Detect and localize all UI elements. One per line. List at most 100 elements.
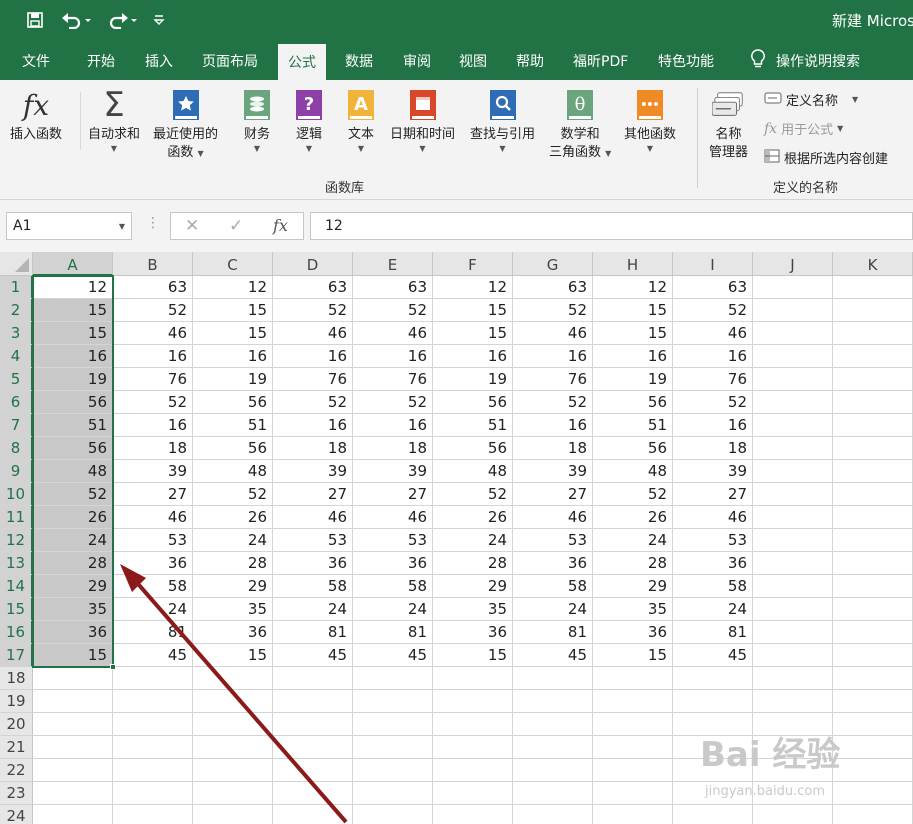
cell-g8[interactable]: 18 (513, 437, 593, 460)
cell-d10[interactable]: 27 (273, 483, 353, 506)
cell-a10[interactable]: 52 (33, 483, 113, 506)
cell-h6[interactable]: 56 (593, 391, 673, 414)
cell-e7[interactable]: 16 (353, 414, 433, 437)
cell-a3[interactable]: 15 (33, 322, 113, 345)
row-header[interactable]: 5 (0, 368, 33, 391)
cell-g21[interactable] (513, 736, 593, 759)
cell-k10[interactable] (833, 483, 913, 506)
cell-j12[interactable] (753, 529, 833, 552)
cell-k20[interactable] (833, 713, 913, 736)
cell-d13[interactable]: 36 (273, 552, 353, 575)
cell-j8[interactable] (753, 437, 833, 460)
cell-i5[interactable]: 76 (673, 368, 753, 391)
cell-g15[interactable]: 24 (513, 598, 593, 621)
cell-f12[interactable]: 24 (433, 529, 513, 552)
row-header[interactable]: 23 (0, 782, 33, 805)
cell-f21[interactable] (433, 736, 513, 759)
insert-function-icon[interactable]: fx (273, 216, 288, 235)
cell-d15[interactable]: 24 (273, 598, 353, 621)
cell-e5[interactable]: 76 (353, 368, 433, 391)
cell-g24[interactable] (513, 805, 593, 824)
cell-k7[interactable] (833, 414, 913, 437)
cell-c15[interactable]: 35 (193, 598, 273, 621)
tell-me-search[interactable]: 操作说明搜索 (750, 49, 860, 73)
cell-e16[interactable]: 81 (353, 621, 433, 644)
tab-file[interactable]: 文件 (22, 51, 50, 71)
create-from-selection-button[interactable]: 根据所选内容创建 (764, 148, 888, 167)
cell-e11[interactable]: 46 (353, 506, 433, 529)
cell-h10[interactable]: 52 (593, 483, 673, 506)
tab-review[interactable]: 审阅 (403, 51, 431, 71)
cell-j19[interactable] (753, 690, 833, 713)
cell-g3[interactable]: 46 (513, 322, 593, 345)
cell-g6[interactable]: 52 (513, 391, 593, 414)
cell-g12[interactable]: 53 (513, 529, 593, 552)
cell-d2[interactable]: 52 (273, 299, 353, 322)
cell-j4[interactable] (753, 345, 833, 368)
cell-k4[interactable] (833, 345, 913, 368)
cell-b1[interactable]: 63 (113, 276, 193, 299)
vertical-dots-icon[interactable]: ⋮ (146, 215, 160, 231)
cell-c21[interactable] (193, 736, 273, 759)
cell-h13[interactable]: 28 (593, 552, 673, 575)
cell-k23[interactable] (833, 782, 913, 805)
cell-e17[interactable]: 45 (353, 644, 433, 667)
row-header[interactable]: 20 (0, 713, 33, 736)
fill-handle[interactable] (110, 664, 116, 670)
autosum-button[interactable]: Σ 自动求和 ▼ (88, 88, 140, 153)
enter-check-icon[interactable]: ✓ (229, 216, 243, 236)
cell-k12[interactable] (833, 529, 913, 552)
cell-f17[interactable]: 15 (433, 644, 513, 667)
cell-b3[interactable]: 46 (113, 322, 193, 345)
cell-e8[interactable]: 18 (353, 437, 433, 460)
cell-k1[interactable] (833, 276, 913, 299)
cell-h22[interactable] (593, 759, 673, 782)
cell-i9[interactable]: 39 (673, 460, 753, 483)
tab-formulas[interactable]: 公式 (278, 44, 326, 80)
name-manager-button[interactable]: 名称 管理器 (709, 88, 748, 162)
cell-j10[interactable] (753, 483, 833, 506)
cell-b6[interactable]: 52 (113, 391, 193, 414)
cell-j18[interactable] (753, 667, 833, 690)
cell-c11[interactable]: 26 (193, 506, 273, 529)
cell-e21[interactable] (353, 736, 433, 759)
cell-d9[interactable]: 39 (273, 460, 353, 483)
cell-d12[interactable]: 53 (273, 529, 353, 552)
customize-toolbar-icon[interactable] (150, 8, 168, 32)
column-header-d[interactable]: D (273, 252, 353, 276)
cell-b24[interactable] (113, 805, 193, 824)
cell-c18[interactable] (193, 667, 273, 690)
cell-i12[interactable]: 53 (673, 529, 753, 552)
cell-g2[interactable]: 52 (513, 299, 593, 322)
cell-i8[interactable]: 18 (673, 437, 753, 460)
row-header[interactable]: 3 (0, 322, 33, 345)
cell-f22[interactable] (433, 759, 513, 782)
cell-j24[interactable] (753, 805, 833, 824)
cell-f4[interactable]: 16 (433, 345, 513, 368)
cell-a22[interactable] (33, 759, 113, 782)
row-header[interactable]: 4 (0, 345, 33, 368)
cell-k6[interactable] (833, 391, 913, 414)
cell-e12[interactable]: 53 (353, 529, 433, 552)
cell-f14[interactable]: 29 (433, 575, 513, 598)
text-button[interactable]: A 文本 ▼ (344, 88, 378, 153)
cell-e14[interactable]: 58 (353, 575, 433, 598)
select-all-corner[interactable] (0, 252, 33, 276)
cell-i11[interactable]: 46 (673, 506, 753, 529)
cell-j5[interactable] (753, 368, 833, 391)
cell-a7[interactable]: 51 (33, 414, 113, 437)
cell-h5[interactable]: 19 (593, 368, 673, 391)
cell-f23[interactable] (433, 782, 513, 805)
cell-b17[interactable]: 45 (113, 644, 193, 667)
cell-f20[interactable] (433, 713, 513, 736)
cell-d17[interactable]: 45 (273, 644, 353, 667)
cell-h9[interactable]: 48 (593, 460, 673, 483)
cell-f2[interactable]: 15 (433, 299, 513, 322)
undo-icon[interactable] (58, 8, 94, 32)
date-time-button[interactable]: 日期和时间 ▼ (390, 88, 455, 153)
cell-i3[interactable]: 46 (673, 322, 753, 345)
cell-k16[interactable] (833, 621, 913, 644)
cell-e1[interactable]: 63 (353, 276, 433, 299)
cell-c6[interactable]: 56 (193, 391, 273, 414)
formula-input[interactable]: 12 (310, 212, 913, 240)
